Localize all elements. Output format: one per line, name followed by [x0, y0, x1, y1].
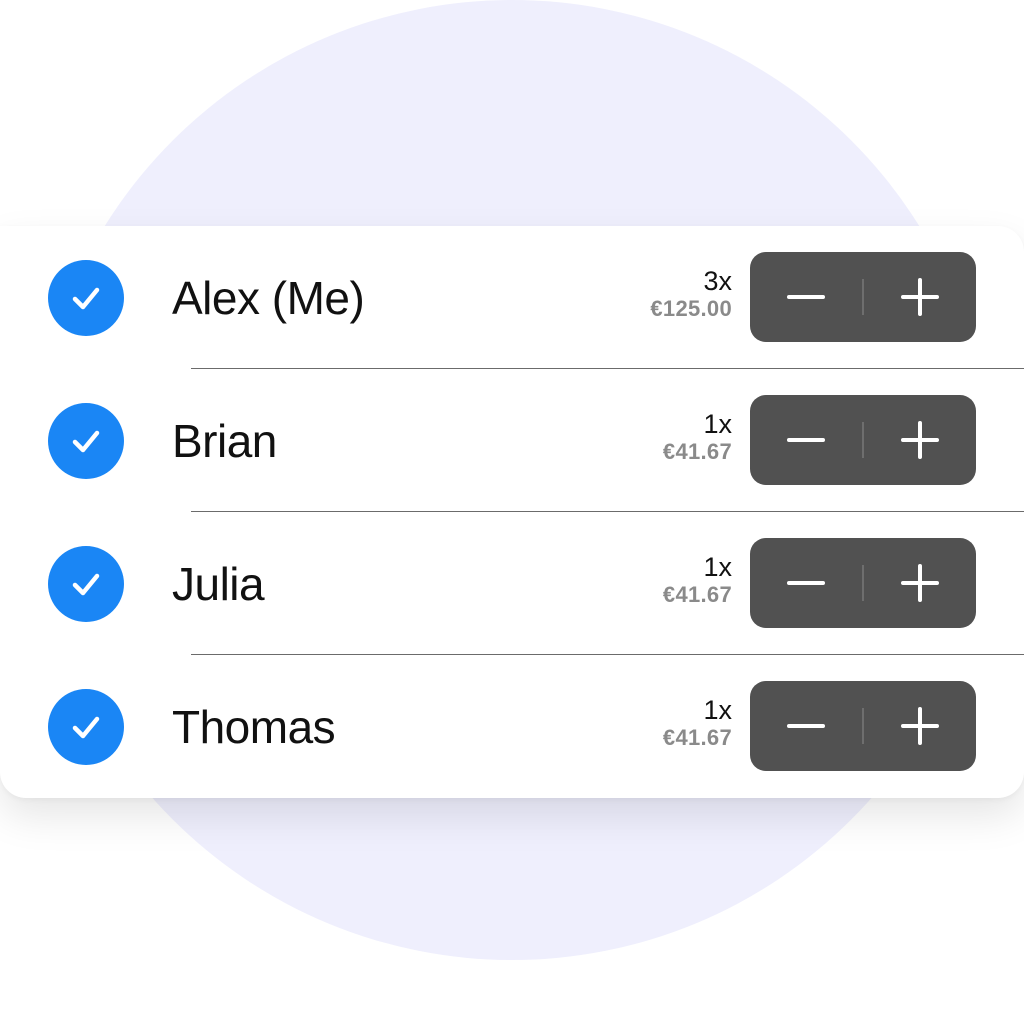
participant-name: Thomas: [172, 701, 336, 753]
share-quantity: 3x: [703, 266, 732, 296]
share-summary: 1x €41.67: [663, 409, 732, 465]
decrement-button[interactable]: [750, 681, 862, 771]
share-amount: €41.67: [662, 439, 732, 464]
quantity-stepper: [750, 681, 976, 771]
participant-checkbox[interactable]: [48, 546, 124, 622]
plus-icon: [901, 564, 939, 602]
participant-list: Alex (Me) 3x €125.00 Brian 1x €41.67 Jul…: [0, 226, 1024, 798]
checkmark-icon: [72, 430, 100, 453]
share-summary: 3x €125.00: [650, 266, 732, 322]
participant-row: Alex (Me) 3x €125.00: [0, 226, 1024, 369]
decrement-button[interactable]: [750, 538, 862, 628]
share-amount: €41.67: [662, 582, 732, 607]
increment-button[interactable]: [864, 252, 976, 342]
increment-button[interactable]: [864, 395, 976, 485]
participant-name: Brian: [172, 415, 277, 467]
minus-icon: [787, 438, 825, 442]
split-screen: Alex (Me) 3x €125.00 Brian 1x €41.67 Jul…: [0, 0, 1024, 1024]
share-quantity: 1x: [703, 552, 732, 582]
plus-icon: [901, 278, 939, 316]
increment-button[interactable]: [864, 538, 976, 628]
share-quantity: 1x: [703, 695, 732, 725]
quantity-stepper: [750, 395, 976, 485]
participant-name: Alex (Me): [172, 272, 365, 324]
share-summary: 1x €41.67: [663, 552, 732, 608]
minus-icon: [787, 581, 825, 585]
plus-icon: [901, 421, 939, 459]
minus-icon: [787, 295, 825, 299]
participant-row: Julia 1x €41.67: [0, 512, 1024, 655]
quantity-stepper: [750, 252, 976, 342]
participant-name: Julia: [172, 558, 265, 610]
participant-checkbox[interactable]: [48, 260, 124, 336]
checkmark-icon: [72, 573, 100, 596]
share-summary: 1x €41.67: [663, 695, 732, 751]
share-amount: €41.67: [662, 725, 732, 750]
decrement-button[interactable]: [750, 395, 862, 485]
checkmark-icon: [72, 716, 100, 739]
share-quantity: 1x: [703, 409, 732, 439]
minus-icon: [787, 724, 825, 728]
participant-row: Brian 1x €41.67: [0, 369, 1024, 512]
checkmark-icon: [72, 287, 100, 310]
participant-row: Thomas 1x €41.67: [0, 655, 1024, 798]
increment-button[interactable]: [864, 681, 976, 771]
plus-icon: [901, 707, 939, 745]
quantity-stepper: [750, 538, 976, 628]
decrement-button[interactable]: [750, 252, 862, 342]
participant-checkbox[interactable]: [48, 403, 124, 479]
share-amount: €125.00: [650, 296, 732, 321]
participant-checkbox[interactable]: [48, 689, 124, 765]
